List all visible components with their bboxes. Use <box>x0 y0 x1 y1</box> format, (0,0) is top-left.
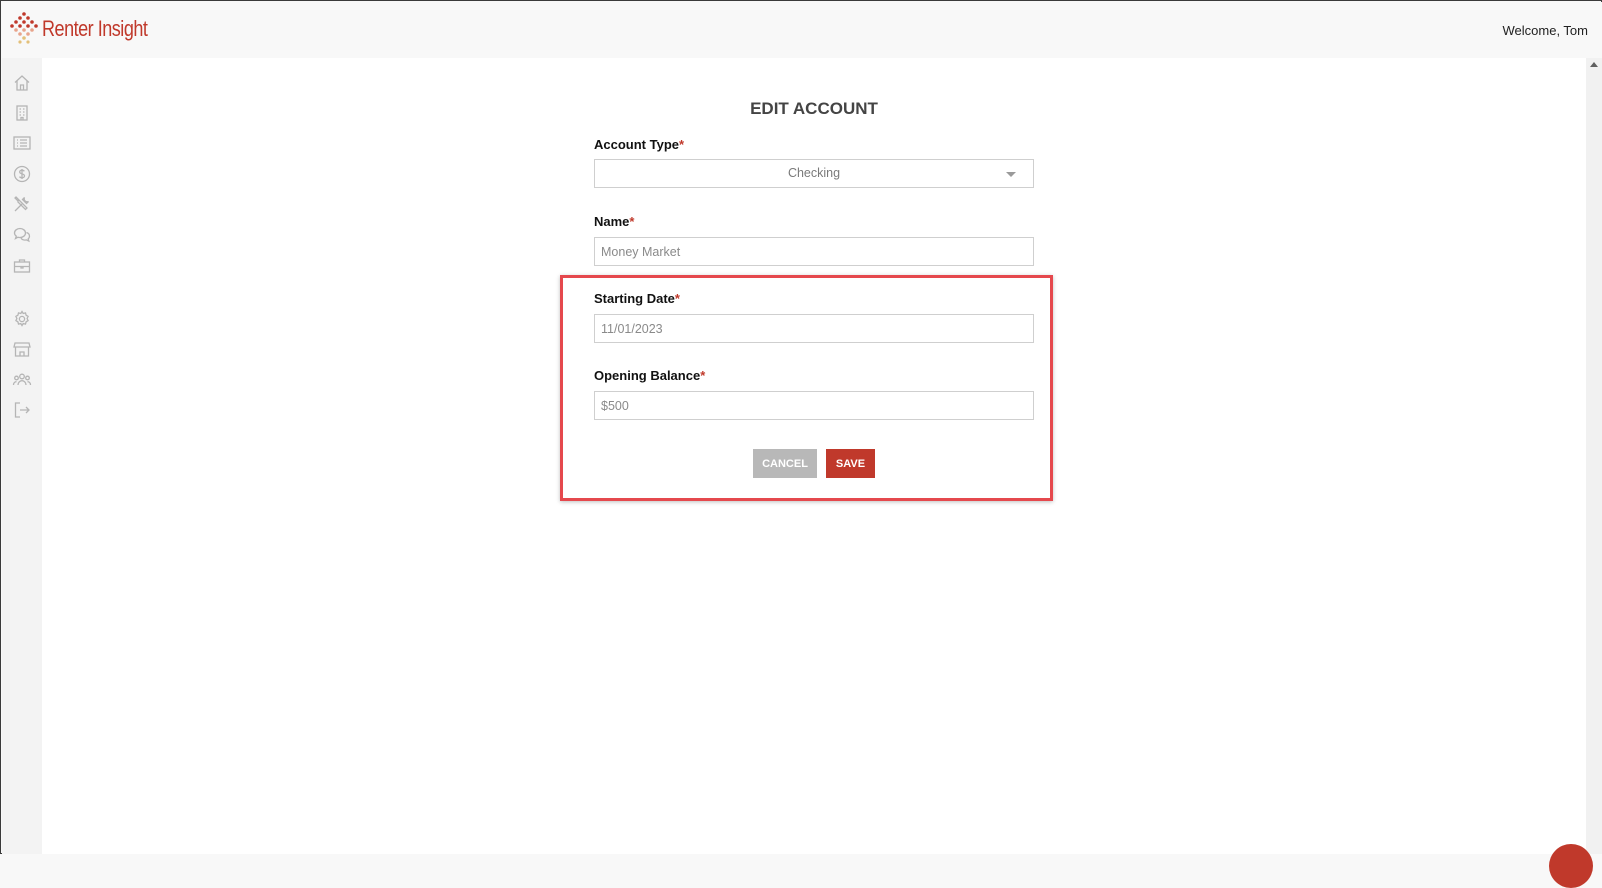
opening-balance-label: Opening Balance* <box>594 368 705 383</box>
required-mark: * <box>700 368 706 383</box>
starting-date-input[interactable] <box>594 314 1034 343</box>
briefcase-icon[interactable] <box>12 256 32 276</box>
account-type-select[interactable]: Checking <box>594 159 1034 188</box>
brand-logo[interactable]: Renter Insight <box>10 12 171 46</box>
starting-date-label: Starting Date* <box>594 291 680 306</box>
chat-widget-button[interactable] <box>1549 844 1593 888</box>
opening-balance-input[interactable] <box>594 391 1034 420</box>
home-icon[interactable] <box>12 73 32 93</box>
page-title: EDIT ACCOUNT <box>750 99 878 118</box>
account-type-label: Account Type* <box>594 137 684 152</box>
building-icon[interactable] <box>12 103 32 123</box>
chevron-down-icon <box>1006 172 1016 177</box>
scroll-up-arrow-icon[interactable] <box>1590 62 1598 67</box>
list-icon[interactable] <box>12 133 32 153</box>
name-input[interactable] <box>594 237 1034 266</box>
users-icon[interactable] <box>12 370 32 390</box>
app-window: Renter Insight Welcome, Tom EDIT ACCOUNT… <box>0 0 1602 888</box>
tools-icon[interactable] <box>12 194 32 214</box>
logo-mark-icon <box>10 12 38 44</box>
account-type-value: Checking <box>787 166 841 180</box>
top-header: Renter Insight Welcome, Tom <box>2 2 1602 58</box>
required-mark: * <box>674 291 680 306</box>
required-mark: * <box>679 137 685 152</box>
cancel-button[interactable]: CANCEL <box>753 449 817 478</box>
name-label: Name* <box>594 214 634 229</box>
account-type-label-text: Account Type <box>594 137 679 152</box>
name-label-text: Name <box>594 214 630 229</box>
save-button[interactable]: SAVE <box>826 449 875 478</box>
dollar-icon[interactable] <box>12 164 32 184</box>
logout-icon[interactable] <box>12 400 32 420</box>
starting-date-label-text: Starting Date <box>594 291 675 306</box>
sidebar-nav <box>2 58 42 854</box>
vertical-scrollbar[interactable] <box>1586 58 1602 854</box>
required-mark: * <box>629 214 635 229</box>
welcome-text[interactable]: Welcome, Tom <box>1503 23 1589 38</box>
gear-icon[interactable] <box>12 309 32 329</box>
store-icon[interactable] <box>12 339 32 359</box>
brand-name: Renter Insight <box>42 16 148 41</box>
opening-balance-label-text: Opening Balance <box>594 368 701 383</box>
chat-icon[interactable] <box>12 225 32 245</box>
